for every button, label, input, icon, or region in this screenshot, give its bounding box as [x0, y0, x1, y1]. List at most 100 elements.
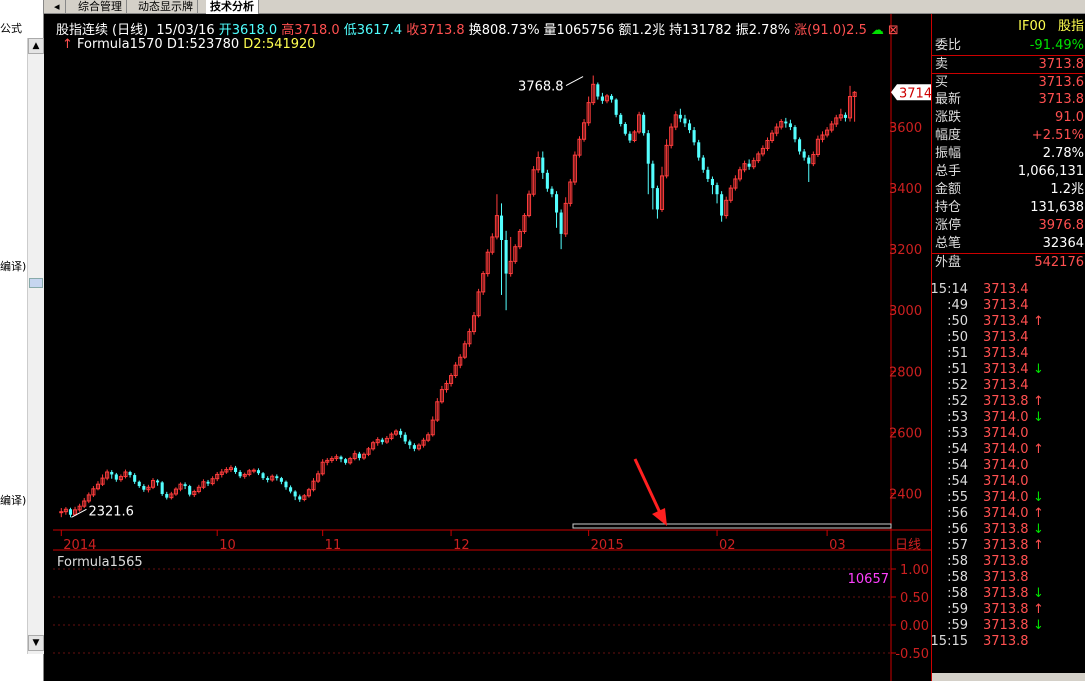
candle-body	[843, 114, 847, 118]
y-tick-label: 3200	[889, 243, 922, 258]
tick-time: :50	[947, 330, 968, 345]
quote-bottom-tabs[interactable]	[932, 673, 1085, 681]
candle-body	[504, 240, 508, 274]
candle-body	[788, 123, 792, 128]
sub-y-tick-label: 0.50	[900, 591, 929, 606]
candle-body	[183, 484, 187, 487]
quote-row: 外盘 542176	[932, 253, 1085, 271]
candle-body	[651, 163, 655, 189]
arrow-up-icon: ↑	[1033, 506, 1044, 521]
quote-row-label: 涨跌	[935, 110, 962, 125]
candle-body	[697, 142, 701, 158]
tick-time: :59	[947, 618, 968, 633]
quote-row: 总手 1,066,131	[932, 163, 1085, 181]
tick-price: 3713.4	[983, 346, 1029, 361]
close-icon[interactable]: ⊠	[888, 23, 899, 38]
info-turnover: 换808.73%	[468, 23, 540, 38]
candle-body	[798, 139, 802, 152]
candle-body	[550, 188, 554, 195]
left-scrollbar[interactable]: ▲ ▼	[27, 38, 44, 654]
sub-y-tick-label: 1.00	[900, 563, 929, 578]
annotation-leader	[565, 76, 584, 86]
arrow-down-icon: ↓	[1033, 362, 1044, 377]
quote-row-label: 外盘	[935, 255, 962, 270]
tick-price: 3713.4	[983, 314, 1029, 329]
candle-body	[188, 486, 192, 495]
left-text-compile: 编译)	[0, 260, 27, 273]
info-change: 涨(91.0)2.5	[794, 23, 867, 38]
tick-price: 3713.8	[983, 538, 1029, 553]
info-name: 股指连续	[56, 23, 109, 38]
tab-comprehensive[interactable]: 综合管理	[74, 0, 127, 14]
candle-body	[793, 127, 797, 140]
scroll-down-icon[interactable]: ▼	[28, 635, 44, 651]
tick-time: :54	[947, 474, 968, 489]
tick-price: 3713.8	[983, 618, 1029, 633]
cloud-icon[interactable]: ☁	[871, 23, 884, 38]
time-range-scrollbar[interactable]	[572, 523, 892, 529]
candle-body	[344, 459, 348, 463]
quote-row-value: 3713.6	[1038, 75, 1085, 90]
tab-technical-analysis[interactable]: 技术分析	[206, 0, 259, 14]
candle-body	[128, 472, 132, 476]
tick-row: :58 3713.8 ↓	[932, 586, 1085, 602]
tick-price: 3714.0	[983, 410, 1029, 425]
arrow-up-icon: ↑	[1033, 442, 1044, 457]
y-tick-label: 2600	[889, 426, 922, 441]
x-tick-label: 2014	[63, 538, 96, 553]
info-close: 收3713.8	[406, 23, 465, 38]
left-text-compile-2: 编译)	[0, 494, 27, 507]
tick-time: :56	[947, 506, 968, 521]
tick-row: :54 3714.0	[932, 458, 1085, 474]
info-volume: 量1065756	[543, 23, 615, 38]
tick-time: :57	[947, 538, 968, 553]
tick-row: :56 3713.8 ↓	[932, 522, 1085, 538]
tick-time: :58	[947, 554, 968, 569]
tick-price: 3713.4	[983, 282, 1029, 297]
candlestick-chart[interactable]: 2400 2600 2800 3000 3200 3400 3600 2014 10 11 12 20…	[53, 14, 931, 681]
candle-body	[142, 486, 146, 490]
tick-time: :55	[947, 490, 968, 505]
quote-row-value: 1,066,131	[1017, 164, 1084, 179]
last-price-label: 3714	[899, 86, 931, 101]
quote-row: 幅度 +2.51%	[932, 127, 1085, 145]
annotation-low: 2321.6	[88, 504, 133, 519]
quote-row: 买 3713.6	[932, 73, 1085, 91]
tab-dynamic-board[interactable]: 动态显示牌	[134, 0, 198, 14]
tick-time: 15:15	[930, 634, 968, 649]
candle-body	[133, 475, 137, 482]
info-oi: 持131782	[669, 23, 732, 38]
quote-name: 股指	[1057, 19, 1084, 34]
candle-body	[114, 474, 118, 480]
candle-body	[807, 157, 811, 164]
sub-chart-value: 10657	[848, 572, 889, 587]
candle-body	[266, 478, 270, 480]
candle-body	[706, 169, 710, 179]
scroll-thumb[interactable]	[29, 278, 43, 288]
tick-row: :51 3713.4 ↓	[932, 362, 1085, 378]
tick-price: 3713.8	[983, 634, 1029, 649]
candle-body	[559, 212, 563, 234]
tab-left-arrow-icon[interactable]: ◂	[52, 0, 66, 14]
quote-row-value: 1.2兆	[1050, 182, 1084, 197]
tick-price: 3713.4	[983, 378, 1029, 393]
candle-body	[68, 509, 73, 515]
candle-body	[683, 118, 687, 124]
tick-row: :58 3713.8	[932, 570, 1085, 586]
arrow-down-icon: ↓	[1033, 586, 1044, 601]
tick-time: :50	[947, 314, 968, 329]
tick-price: 3714.0	[983, 474, 1029, 489]
quote-row-label: 总手	[935, 164, 962, 179]
quote-row-value: 91.0	[1055, 110, 1084, 125]
candle-body	[655, 188, 659, 210]
chart-area[interactable]: 2400 2600 2800 3000 3200 3400 3600 2014 10 11 12 20…	[53, 14, 931, 681]
quote-row-value: 32364	[1042, 236, 1084, 251]
quote-row-label: 委比	[935, 38, 962, 53]
candle-body	[541, 157, 545, 173]
quote-row-label: 买	[935, 75, 949, 90]
candle-body	[110, 472, 114, 475]
scroll-up-icon[interactable]: ▲	[28, 38, 44, 54]
y-tick-label: 3600	[889, 121, 922, 136]
quote-row: 委比 -91.49%	[932, 37, 1085, 55]
candle-body	[545, 172, 549, 189]
